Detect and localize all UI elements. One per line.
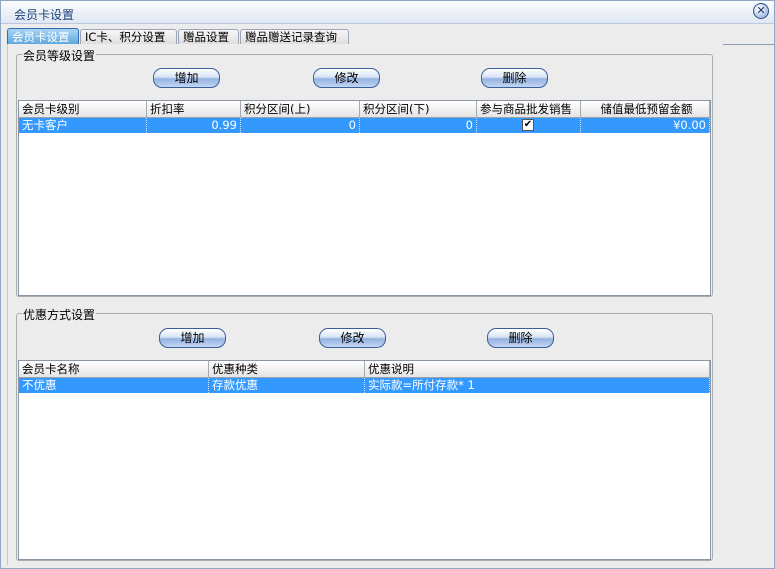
discount-method-group-title: 优惠方式设置 — [22, 306, 97, 323]
close-button[interactable]: ✕ — [753, 3, 769, 19]
cell-min-reserve: ¥0.00 — [581, 118, 710, 133]
discount-method-group: 优惠方式设置 增加 修改 删除 会员卡名称 优惠种类 优惠说明 不优惠 存款优惠… — [16, 306, 713, 561]
tab-gift-settings[interactable]: 赠品设置 — [178, 29, 239, 44]
member-level-group: 会员等级设置 增加 修改 删除 会员卡级别 折扣率 积分区间(上) 积分区间(下… — [16, 47, 713, 297]
level-add-button[interactable]: 增加 — [153, 68, 220, 88]
level-edit-button[interactable]: 修改 — [313, 68, 380, 88]
col-min-reserve[interactable]: 储值最低预留金额 — [581, 101, 710, 117]
cell-level: 无卡客户 — [19, 118, 147, 133]
col-wholesale[interactable]: 参与商品批发销售 — [477, 101, 581, 117]
discount-method-table: 会员卡名称 优惠种类 优惠说明 不优惠 存款优惠 实际款=所付存款* 1 — [18, 360, 711, 560]
cell-discount-type: 存款优惠 — [209, 378, 365, 393]
discount-method-table-header: 会员卡名称 优惠种类 优惠说明 — [19, 361, 710, 378]
col-discount[interactable]: 折扣率 — [147, 101, 241, 117]
member-level-table-header: 会员卡级别 折扣率 积分区间(上) 积分区间(下) 参与商品批发销售 储值最低预… — [19, 101, 710, 118]
col-points-lower[interactable]: 积分区间(下) — [360, 101, 477, 117]
col-card-name[interactable]: 会员卡名称 — [19, 361, 209, 377]
window-title: 会员卡设置 — [14, 8, 75, 22]
discount-delete-button[interactable]: 删除 — [487, 328, 554, 348]
col-discount-desc[interactable]: 优惠说明 — [365, 361, 710, 377]
member-level-group-title: 会员等级设置 — [22, 47, 97, 64]
cell-wholesale: ✔ — [477, 118, 581, 133]
cell-discount-desc: 实际款=所付存款* 1 — [365, 378, 710, 393]
cell-points-lower: 0 — [360, 118, 477, 133]
close-icon: ✕ — [756, 4, 766, 17]
col-points-upper[interactable]: 积分区间(上) — [241, 101, 360, 117]
tab-gift-records-query[interactable]: 赠品赠送记录查询 — [240, 29, 349, 44]
title-bar: 会员卡设置 ✕ — [1, 1, 774, 24]
discount-add-button[interactable]: 增加 — [159, 328, 226, 348]
cell-discount: 0.99 — [147, 118, 241, 133]
col-level[interactable]: 会员卡级别 — [19, 101, 147, 117]
col-discount-type[interactable]: 优惠种类 — [209, 361, 365, 377]
tab-ic-card-points-settings[interactable]: IC卡、积分设置 — [80, 29, 177, 44]
member-card-settings-window: 会员卡设置 ✕ 会员卡设置 IC卡、积分设置 赠品设置 赠品赠送记录查询 会员等… — [0, 0, 775, 569]
member-level-table: 会员卡级别 折扣率 积分区间(上) 积分区间(下) 参与商品批发销售 储值最低预… — [18, 100, 711, 296]
table-row[interactable]: 不优惠 存款优惠 实际款=所付存款* 1 — [19, 378, 710, 393]
tab-strip: 会员卡设置 IC卡、积分设置 赠品设置 赠品赠送记录查询 — [7, 28, 774, 45]
tab-content: 会员等级设置 增加 修改 删除 会员卡级别 折扣率 积分区间(上) 积分区间(下… — [7, 44, 723, 565]
tab-member-card-settings[interactable]: 会员卡设置 — [7, 28, 79, 45]
discount-edit-button[interactable]: 修改 — [319, 328, 386, 348]
level-delete-button[interactable]: 删除 — [481, 68, 548, 88]
cell-card-name: 不优惠 — [19, 378, 209, 393]
cell-points-upper: 0 — [241, 118, 360, 133]
table-row[interactable]: 无卡客户 0.99 0 0 ✔ ¥0.00 — [19, 118, 710, 133]
wholesale-checkbox[interactable]: ✔ — [522, 119, 534, 131]
